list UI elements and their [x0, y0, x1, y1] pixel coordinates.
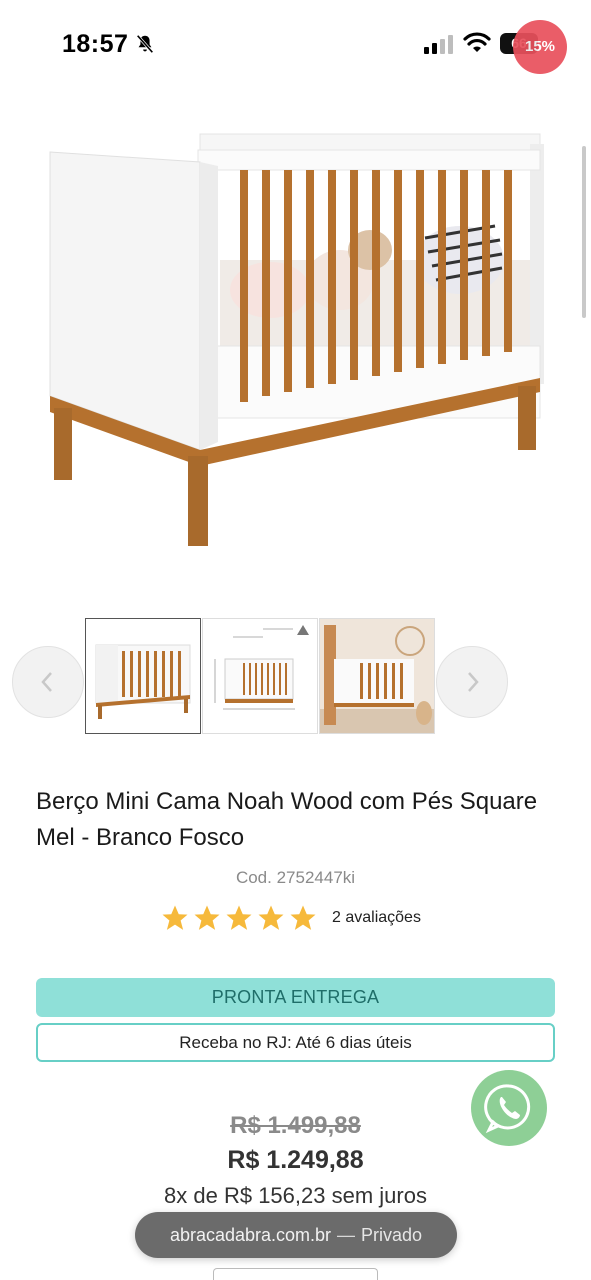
- url-separator: —: [337, 1224, 356, 1245]
- product-rating[interactable]: 2 avaliações: [160, 900, 421, 936]
- product-main-image[interactable]: [40, 120, 550, 560]
- thumbnail-3[interactable]: [319, 618, 435, 734]
- star-icon: [290, 905, 316, 930]
- thumbnail-1[interactable]: [85, 618, 201, 734]
- product-title: Berço Mini Cama Noah Wood com Pés Square…: [36, 788, 538, 851]
- wifi-icon: [463, 32, 491, 52]
- cellular-signal-icon: [424, 35, 453, 54]
- bell-slash-icon: [136, 34, 154, 54]
- status-bar: 18:57 66 15%: [0, 0, 591, 90]
- gallery-prev-button[interactable]: [12, 646, 84, 718]
- image-scroll-indicator: [582, 146, 586, 318]
- status-time: 18:57: [62, 30, 129, 58]
- chevron-left-icon: [41, 672, 52, 692]
- url-domain: abracadabra.com.br: [169, 1224, 332, 1245]
- star-icon: [194, 905, 220, 930]
- star-icon: [162, 905, 188, 930]
- partial-button-below[interactable]: [213, 1268, 378, 1280]
- availability-badge: PRONTA ENTREGA: [36, 978, 555, 1017]
- installments-info: 8x de R$ 156,23 sem juros: [164, 1183, 427, 1208]
- current-price: R$ 1.249,88: [227, 1146, 364, 1174]
- gallery-next-button[interactable]: [436, 646, 508, 718]
- recording-badge: 15%: [513, 20, 567, 74]
- browser-url-bar[interactable]: abracadabra.com.br — Privado: [135, 1212, 457, 1258]
- star-icon: [258, 905, 284, 930]
- thumbnail-2[interactable]: [202, 618, 318, 734]
- star-icon: [226, 905, 252, 930]
- old-price: R$ 1.499,88: [230, 1112, 361, 1139]
- rating-stars: [160, 903, 318, 933]
- chevron-right-icon: [468, 672, 479, 692]
- reviews-link[interactable]: 2 avaliações: [332, 909, 421, 927]
- product-code: Cod. 2752447ki: [235, 868, 356, 887]
- delivery-estimate: Receba no RJ: Até 6 dias úteis: [36, 1023, 555, 1062]
- private-mode-label: Privado: [361, 1224, 423, 1245]
